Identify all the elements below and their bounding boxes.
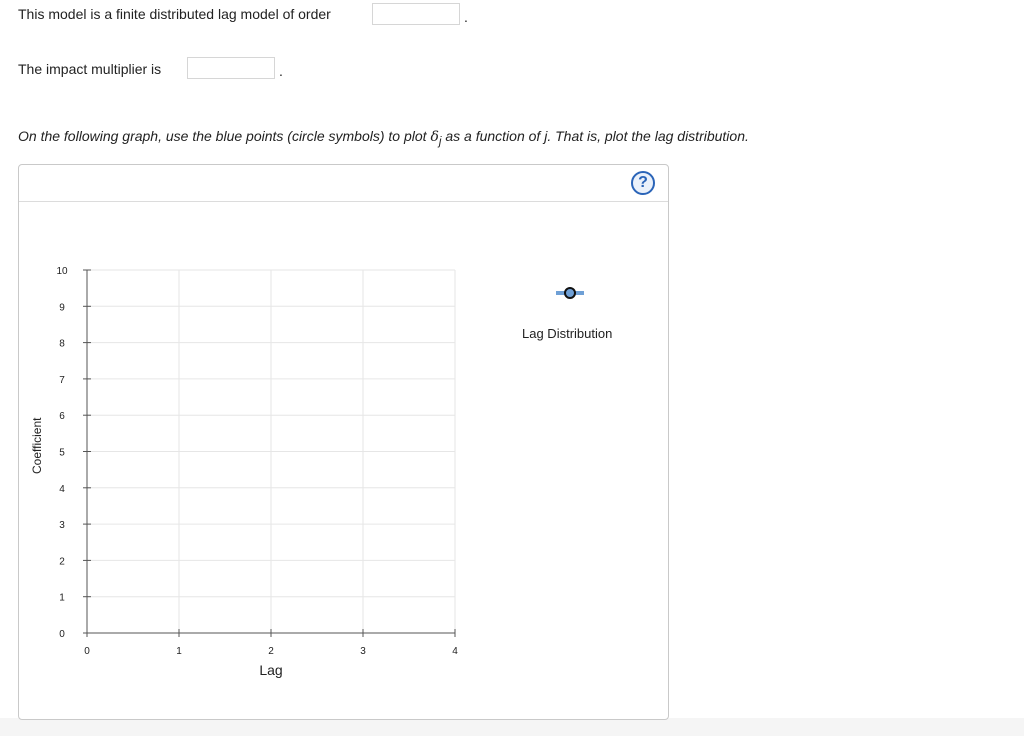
y-tick-label: 9 (59, 302, 65, 313)
y-tick-label: 3 (59, 520, 65, 531)
legend-label: Lag Distribution (522, 326, 613, 341)
y-axis-title: Coefficient (30, 417, 44, 474)
y-tick-label: 4 (59, 484, 65, 495)
instruction-prefix: On the following graph, use the blue poi… (18, 128, 431, 144)
circle-point-tool-icon[interactable] (564, 287, 576, 299)
y-tick-label: 2 (59, 556, 65, 567)
page-bottom-strip (0, 718, 1024, 736)
delta-symbol: δ (430, 129, 439, 145)
y-tick-label: 5 (59, 448, 65, 459)
instruction-middle: as a function of (441, 128, 545, 144)
impact-multiplier-question-label: The impact multiplier is (18, 61, 162, 77)
y-tick-label: 0 (59, 629, 65, 640)
lag-distribution-plot[interactable]: 0 1 2 3 4 5 6 7 8 9 10 0 1 2 3 4 (19, 165, 668, 719)
instruction-suffix: . That is, plot the lag distribution. (547, 128, 749, 144)
x-tick-label: 4 (452, 646, 458, 657)
impact-multiplier-answer-input[interactable] (187, 57, 275, 79)
order-period: . (464, 9, 468, 25)
x-tick-label: 3 (360, 646, 366, 657)
graph-instruction: On the following graph, use the blue poi… (18, 127, 749, 151)
y-tick-label: 6 (59, 411, 65, 422)
order-answer-input[interactable] (372, 3, 460, 25)
y-tick-label: 10 (56, 266, 68, 277)
x-tick-label: 2 (268, 646, 274, 657)
x-tick-label: 0 (84, 646, 90, 657)
x-tick-label: 1 (176, 646, 182, 657)
order-question-label: This model is a finite distributed lag m… (18, 6, 331, 22)
x-axis-title: Lag (259, 662, 283, 678)
y-tick-label: 7 (59, 375, 65, 386)
impact-period: . (279, 63, 283, 79)
y-tick-label: 8 (59, 339, 65, 350)
graph-panel: ? 0 1 2 3 4 5 6 7 8 9 10 0 1 2 3 4 Lag Distribution Coe… (18, 164, 669, 720)
y-tick-label: 1 (59, 593, 65, 604)
